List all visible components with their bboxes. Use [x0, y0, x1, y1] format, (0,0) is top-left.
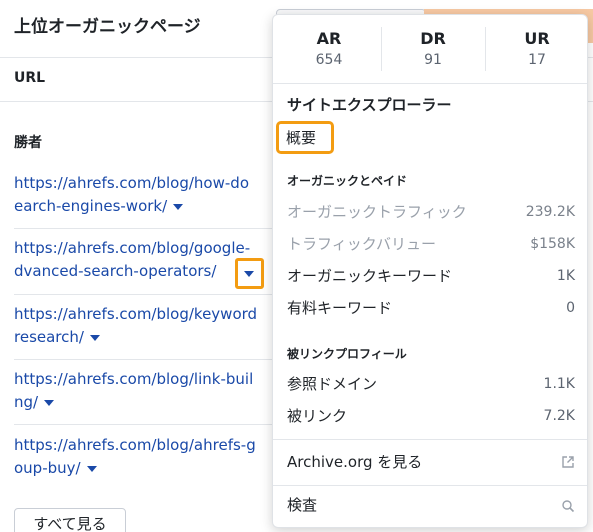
- menu-item-archive-org[interactable]: Archive.org を見る: [287, 449, 575, 475]
- url-row[interactable]: https://ahrefs.com/blog/keyword research…: [14, 303, 289, 349]
- menu-item-referring-domains[interactable]: 参照ドメイン 1.1K: [287, 371, 575, 397]
- metric-value: 17: [528, 52, 546, 68]
- site-explorer-heading: サイトエクスプローラー: [287, 96, 452, 114]
- organic-paid-heading: オーガニックとペイド: [287, 174, 408, 188]
- url-column-header: URL: [14, 70, 46, 86]
- caret-down-icon[interactable]: [89, 334, 100, 341]
- menu-item-organic-keywords[interactable]: オーガニックキーワード 1K: [287, 263, 575, 289]
- menu-item-paid-keywords[interactable]: 有料キーワード 0: [287, 295, 575, 321]
- metric-value: 91: [424, 52, 442, 68]
- row-divider: [14, 424, 276, 425]
- url-link-line1[interactable]: https://ahrefs.com/blog/how-do: [14, 172, 289, 195]
- menu-item-label: トラフィックバリュー: [287, 235, 436, 253]
- caret-down-icon: [244, 271, 254, 277]
- caret-down-icon[interactable]: [86, 465, 97, 472]
- external-link-icon: [562, 456, 574, 468]
- row-divider: [14, 294, 276, 295]
- menu-item-label: Archive.org を見る: [287, 453, 423, 471]
- menu-item-label: オーガニックキーワード: [287, 267, 453, 285]
- metric-label: UR: [524, 29, 550, 48]
- url-row[interactable]: https://ahrefs.com/blog/link-buil ng/: [14, 368, 289, 414]
- menu-item-label: 参照ドメイン: [287, 375, 378, 393]
- menu-item-label: 有料キーワード: [287, 299, 393, 317]
- menu-item-inspect[interactable]: 検査: [287, 492, 575, 518]
- divider: [273, 83, 587, 84]
- winner-label: 勝者: [14, 135, 42, 151]
- url-actions-dropdown: AR 654 DR 91 UR 17 サイトエクスプローラー 概要 オーガニック…: [272, 14, 588, 528]
- url-row[interactable]: https://ahrefs.com/blog/how-do earch-eng…: [14, 172, 289, 218]
- metric-ar: AR 654: [279, 29, 379, 68]
- backlink-profile-heading: 被リンクプロフィール: [287, 347, 407, 361]
- see-all-button[interactable]: すべて見る: [14, 508, 126, 532]
- panel-title: 上位オーガニックページ: [14, 17, 201, 37]
- overview-link[interactable]: 概要: [286, 127, 316, 148]
- menu-item-label: 被リンク: [287, 407, 348, 425]
- search-icon: [562, 500, 575, 513]
- url-link-line1[interactable]: https://ahrefs.com/blog/ahrefs-g: [14, 434, 289, 457]
- menu-item-value: 1.1K: [543, 376, 575, 392]
- metric-value: 654: [315, 52, 343, 68]
- menu-item-value: 7.2K: [543, 408, 575, 424]
- caret-down-highlighted-button[interactable]: [235, 258, 264, 289]
- caret-down-icon[interactable]: [173, 203, 184, 210]
- metric-label: DR: [420, 29, 446, 48]
- url-row[interactable]: https://ahrefs.com/blog/ahrefs-g oup-buy…: [14, 434, 289, 480]
- menu-item-label: 検査: [287, 496, 318, 514]
- url-link-line2[interactable]: earch-engines-work/: [14, 197, 167, 215]
- menu-item-value: 239.2K: [525, 204, 575, 220]
- metric-divider: [381, 27, 382, 71]
- metrics-bar: AR 654 DR 91 UR 17: [273, 15, 587, 83]
- menu-item-organic-traffic: オーガニックトラフィック 239.2K: [287, 199, 575, 225]
- url-link-line2[interactable]: oup-buy/: [14, 459, 81, 477]
- menu-item-traffic-value: トラフィックバリュー $158K: [287, 231, 575, 257]
- divider: [273, 439, 587, 440]
- metric-divider: [485, 27, 486, 71]
- divider: [273, 485, 587, 486]
- metric-label: AR: [316, 29, 342, 48]
- menu-item-value: 1K: [556, 268, 575, 284]
- url-link-line1[interactable]: https://ahrefs.com/blog/link-buil: [14, 368, 289, 391]
- row-divider: [14, 228, 276, 229]
- menu-item-label: オーガニックトラフィック: [287, 203, 467, 221]
- url-link-line1[interactable]: https://ahrefs.com/blog/keyword: [14, 303, 289, 326]
- url-link-line2[interactable]: research/: [14, 328, 84, 346]
- metric-dr: DR 91: [383, 29, 483, 68]
- menu-item-backlinks[interactable]: 被リンク 7.2K: [287, 403, 575, 429]
- url-link-line2[interactable]: dvanced-search-operators/: [14, 262, 216, 280]
- row-divider: [14, 359, 276, 360]
- menu-item-value: 0: [566, 300, 575, 316]
- caret-down-icon[interactable]: [44, 399, 55, 406]
- metric-ur: UR 17: [487, 29, 587, 68]
- menu-item-value: $158K: [530, 236, 575, 252]
- url-link-line1[interactable]: https://ahrefs.com/blog/google-: [14, 237, 289, 260]
- url-link-line2[interactable]: ng/: [14, 393, 38, 411]
